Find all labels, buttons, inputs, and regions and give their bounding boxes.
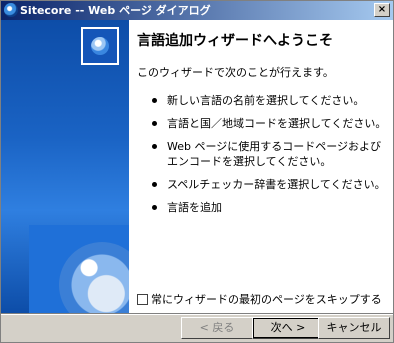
skip-wizard-label: 常にウィザードの最初のページをスキップする [151, 293, 382, 306]
bullet-icon [152, 121, 157, 126]
wizard-step-text: 言語と国／地域コードを選択してください。 [167, 117, 387, 130]
bullet-icon [152, 182, 157, 187]
close-button[interactable]: × [374, 3, 390, 17]
next-button[interactable]: 次へ > [252, 317, 324, 339]
globe-icon [4, 3, 18, 17]
wizard-step-item: スペルチェッカー辞書を選択してください。 [149, 177, 389, 192]
header-globe-icon [91, 37, 109, 55]
wizard-content: 言語追加ウィザードへようこそ このウィザードで次のことが行えます。 新しい言語の… [81, 20, 393, 313]
wizard-step-item: 新しい言語の名前を選択してください。 [149, 93, 389, 108]
back-button[interactable]: < 戻る [181, 317, 253, 339]
skip-wizard-option[interactable]: 常にウィザードの最初のページをスキップする [137, 291, 382, 306]
wizard-step-text: スペルチェッカー辞書を選択してください。 [167, 178, 386, 191]
title-bar[interactable]: Sitecore -- Web ページ ダイアログ × [1, 1, 393, 20]
skip-wizard-checkbox[interactable] [137, 294, 148, 305]
window-title: Sitecore -- Web ページ ダイアログ [20, 4, 211, 17]
button-bar-divider [1, 313, 393, 315]
wizard-step-list: 新しい言語の名前を選択してください。 言語と国／地域コードを選択してください。 … [149, 93, 389, 223]
bullet-icon [152, 144, 157, 149]
wizard-step-text: Web ページに使用するコードページおよびエンコードを選択してください。 [167, 140, 382, 168]
wizard-heading: 言語追加ウィザードへようこそ [137, 33, 333, 49]
wizard-intro: このウィザードで次のことが行えます。 [137, 66, 334, 79]
bullet-icon [152, 205, 157, 210]
header-icon-frame [81, 27, 119, 65]
wizard-window: Sitecore -- Web ページ ダイアログ × 言語追加ウィザードへよう… [0, 0, 394, 343]
header-icon-tile [83, 29, 117, 63]
cancel-button[interactable]: キャンセル [318, 317, 390, 339]
wizard-step-text: 言語を追加 [167, 201, 222, 214]
wizard-step-text: 新しい言語の名前を選択してください。 [167, 94, 365, 107]
wizard-step-item: Web ページに使用するコードページおよびエンコードを選択してください。 [149, 139, 389, 169]
bullet-icon [152, 98, 157, 103]
wizard-step-item: 言語を追加 [149, 200, 389, 215]
wizard-step-item: 言語と国／地域コードを選択してください。 [149, 116, 389, 131]
